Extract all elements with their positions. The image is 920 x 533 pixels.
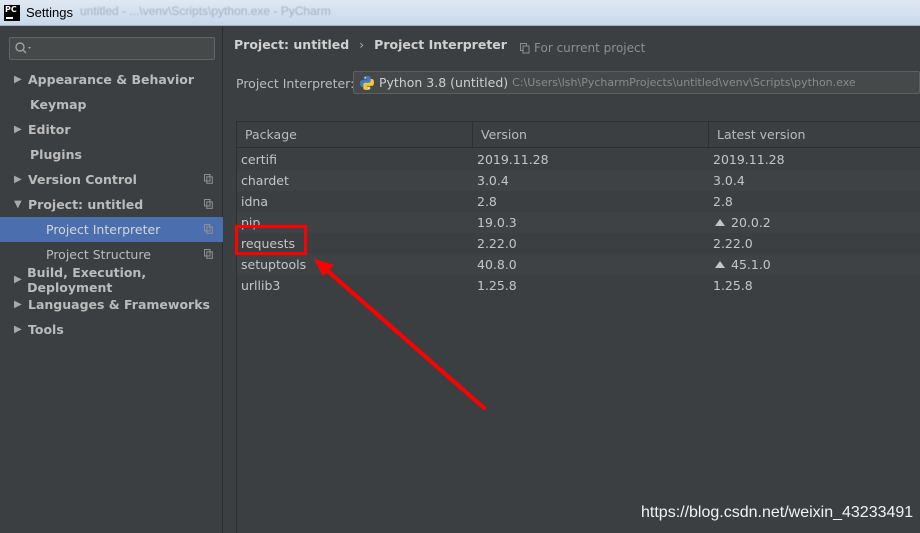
package-latest-version: 20.0.2 <box>709 212 771 233</box>
package-latest-version: 3.0.4 <box>709 170 745 191</box>
latest-version-value: 20.0.2 <box>731 215 771 230</box>
sidebar-item-label: Project Structure <box>46 247 151 262</box>
breadcrumb-page: Project Interpreter <box>374 37 507 52</box>
package-name: setuptools <box>241 257 307 272</box>
sidebar-item-languages-frameworks[interactable]: ▶ Languages & Frameworks <box>0 292 223 317</box>
column-header-latest-version[interactable]: Latest version <box>709 122 920 148</box>
project-scope-icon <box>204 224 213 234</box>
package-latest-version: 2019.11.28 <box>709 149 785 170</box>
package-name: chardet <box>241 173 289 188</box>
window-title: Settings <box>26 5 73 20</box>
breadcrumb: Project: untitled › Project Interpreter <box>234 37 507 52</box>
package-row[interactable]: setuptools 40.8.0 45.1.0 <box>237 254 920 275</box>
sidebar-item-tools[interactable]: ▶ Tools <box>0 317 223 342</box>
package-latest-version: 45.1.0 <box>709 254 771 275</box>
column-header-package[interactable]: Package <box>237 122 473 148</box>
package-name: idna <box>241 194 268 209</box>
package-latest-version: 1.25.8 <box>709 275 753 296</box>
sidebar-item-project-interpreter[interactable]: Project Interpreter <box>0 217 223 242</box>
for-current-project-label: For current project <box>534 41 646 55</box>
window-titlebar: PC Settings untitled - ...\venv\Scripts\… <box>0 0 920 26</box>
sidebar-item-build-execution-deployment[interactable]: ▶ Build, Execution, Deployment <box>0 264 223 295</box>
settings-search-input[interactable] <box>9 37 215 60</box>
breadcrumb-separator: › <box>359 37 365 52</box>
expand-down-icon[interactable]: ▼ <box>14 199 28 210</box>
sidebar-item-version-control[interactable]: ▶ Version Control <box>0 167 223 192</box>
packages-table-header: Package Version Latest version <box>237 122 920 148</box>
sidebar-item-project-structure[interactable]: Project Structure <box>0 242 223 267</box>
breadcrumb-project: Project: untitled <box>234 37 350 52</box>
sidebar-item-keymap[interactable]: Keymap <box>0 92 223 117</box>
background-window-title: untitled - ...\venv\Scripts\python.exe -… <box>80 4 331 18</box>
settings-sidebar: ▶ Appearance & Behavior Keymap ▶ Editor Plugi… <box>0 27 223 533</box>
package-version: 2.8 <box>477 194 497 209</box>
sidebar-item-label: Keymap <box>30 97 87 112</box>
latest-version-value: 1.25.8 <box>713 278 753 293</box>
annotation-highlight-box <box>235 225 307 255</box>
column-header-version[interactable]: Version <box>473 122 709 148</box>
sidebar-item-plugins[interactable]: Plugins <box>0 142 223 167</box>
project-scope-icon <box>204 199 213 209</box>
expand-right-icon[interactable]: ▶ <box>14 124 28 135</box>
package-latest-version: 2.8 <box>709 191 733 212</box>
sidebar-item-label: Version Control <box>28 172 137 187</box>
expand-right-icon[interactable]: ▶ <box>14 74 28 85</box>
package-row[interactable]: requests 2.22.0 2.22.0 <box>237 233 920 254</box>
package-row[interactable]: chardet 3.0.4 3.0.4 <box>237 170 920 191</box>
package-name: urllib3 <box>241 278 281 293</box>
package-version: 40.8.0 <box>477 257 517 272</box>
for-current-project-note: For current project <box>520 41 645 55</box>
watermark: https://blog.csdn.net/weixin_43233491 <box>641 504 914 521</box>
pycharm-logo-icon: PC <box>4 4 20 21</box>
upgrade-available-icon <box>715 261 725 268</box>
sidebar-item-editor[interactable]: ▶ Editor <box>0 117 223 142</box>
latest-version-value: 2.22.0 <box>713 236 753 251</box>
sidebar-item-appearance-behavior[interactable]: ▶ Appearance & Behavior <box>0 67 223 92</box>
latest-version-value: 3.0.4 <box>713 173 745 188</box>
expand-right-icon[interactable]: ▶ <box>14 174 28 185</box>
package-version: 19.0.3 <box>477 215 517 230</box>
project-scope-icon <box>204 174 213 184</box>
python-icon <box>360 75 374 90</box>
packages-table: Package Version Latest version certifi 20… <box>236 121 920 533</box>
latest-version-value: 2.8 <box>713 194 733 209</box>
package-version: 2019.11.28 <box>477 152 549 167</box>
package-name: certifi <box>241 152 277 167</box>
interpreter-select[interactable]: Python 3.8 (untitled) C:\Users\lsh\Pycha… <box>353 71 920 94</box>
sidebar-item-label: Build, Execution, Deployment <box>27 264 147 295</box>
expand-right-icon[interactable]: ▶ <box>14 274 27 285</box>
interpreter-label: Project Interpreter: <box>236 76 355 91</box>
interpreter-path: C:\Users\lsh\PycharmProjects\untitled\ve… <box>512 76 856 89</box>
package-row[interactable]: idna 2.8 2.8 <box>237 191 920 212</box>
upgrade-available-icon <box>715 219 725 226</box>
sidebar-item-label: Languages & Frameworks <box>28 297 210 312</box>
package-row[interactable]: urllib3 1.25.8 1.25.8 <box>237 275 920 296</box>
project-scope-icon <box>204 249 213 259</box>
sidebar-item-label: Project: untitled <box>28 197 144 212</box>
package-row[interactable]: certifi 2019.11.28 2019.11.28 <box>237 149 920 170</box>
package-version: 1.25.8 <box>477 278 517 293</box>
package-row[interactable]: pip 19.0.3 20.0.2 <box>237 212 920 233</box>
project-interpreter-panel: Project: untitled › Project Interpreter … <box>224 27 920 533</box>
sidebar-item-project-untitled[interactable]: ▼ Project: untitled <box>0 192 223 217</box>
sidebar-item-label: Plugins <box>30 147 82 162</box>
sidebar-item-label: Appearance & Behavior <box>28 72 194 87</box>
sidebar-item-label: Tools <box>28 322 64 337</box>
search-icon <box>15 42 31 54</box>
copy-icon <box>520 42 530 53</box>
sidebar-item-label: Editor <box>28 122 71 137</box>
expand-right-icon[interactable]: ▶ <box>14 324 28 335</box>
expand-right-icon[interactable]: ▶ <box>14 299 28 310</box>
package-version: 3.0.4 <box>477 173 509 188</box>
package-version: 2.22.0 <box>477 236 517 251</box>
sidebar-item-label: Project Interpreter <box>46 222 161 237</box>
latest-version-value: 2019.11.28 <box>713 152 785 167</box>
interpreter-name: Python 3.8 (untitled) <box>379 75 509 90</box>
package-latest-version: 2.22.0 <box>709 233 753 254</box>
latest-version-value: 45.1.0 <box>731 257 771 272</box>
